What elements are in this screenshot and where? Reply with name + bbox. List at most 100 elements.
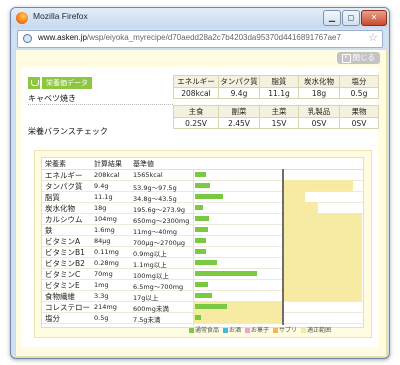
- chart-legend: 通常食品 お酒 お菓子 サプリ 適正範囲: [185, 325, 331, 334]
- close-popup-button[interactable]: × 閉じる: [336, 52, 380, 64]
- header-cell: 乳製品: [298, 105, 340, 118]
- nutrient-bar: [195, 216, 209, 221]
- appropriate-range-zone: [282, 224, 362, 235]
- nutrient-bar: [195, 172, 206, 177]
- legend-swatch: [189, 328, 194, 333]
- appropriate-range-zone: [282, 213, 362, 224]
- legend-swatch: [301, 328, 307, 333]
- nutrient-bar: [195, 194, 223, 199]
- appropriate-range-zone: [282, 202, 318, 213]
- appropriate-range-zone: [282, 268, 362, 279]
- balance-panel: 栄養素 計算結果 基準値 エネルギー 208kcal 1565kcal タンパク質 9.…: [34, 150, 372, 338]
- value-cell: 9.4g: [218, 87, 260, 99]
- close-popup-label: 閉じる: [352, 53, 376, 62]
- globe-icon: [23, 34, 32, 43]
- recipe-name: キャベツ焼き: [28, 94, 76, 103]
- calc-result: 1.6mg: [94, 226, 115, 234]
- nutrient-bar: [195, 249, 206, 254]
- calc-result: 0.28mg: [94, 259, 119, 267]
- legend-swatch: [273, 328, 279, 333]
- calc-result: 0.5g: [94, 314, 109, 322]
- value-cell: 0.5g: [339, 87, 379, 99]
- appropriate-range-zone: [282, 191, 305, 202]
- value-cell: 0SV: [298, 117, 340, 129]
- minimize-button[interactable]: ▁: [323, 10, 341, 26]
- firefox-logo-icon: [16, 12, 28, 24]
- bookmark-star-icon[interactable]: ☆: [368, 31, 378, 44]
- balance-chart: [193, 169, 362, 325]
- legend-label: お菓子: [251, 327, 270, 334]
- nutrient-bar: [195, 282, 208, 287]
- page-content: × 閉じる 栄養価データ キャベツ焼き エネルギー タンパク質 脂質 炭水化物 塩…: [15, 49, 387, 357]
- calc-result: 214mg: [94, 303, 117, 311]
- header-cell: 塩分: [339, 75, 379, 88]
- calc-result: 1mg: [94, 281, 109, 289]
- nutrient-bar: [195, 293, 212, 298]
- calc-result: 11.1g: [94, 193, 113, 201]
- header-cell: 脂質: [259, 75, 299, 88]
- divider: [28, 104, 173, 105]
- url-domain: www.asken.jp: [38, 33, 87, 42]
- value-cell: 18g: [298, 87, 340, 99]
- appropriate-range-zone: [282, 290, 362, 301]
- close-icon: ×: [341, 53, 351, 63]
- nutrients-header-row: エネルギー タンパク質 脂質 炭水化物 塩分: [173, 75, 379, 88]
- nutrients-table: エネルギー タンパク質 脂質 炭水化物 塩分 208kcal 9.4g 11.1…: [173, 75, 379, 99]
- nutrient-bar: [195, 315, 201, 320]
- legend-swatch: [245, 328, 251, 333]
- reference-line: [282, 169, 284, 325]
- url-text[interactable]: www.asken.jp/wsp/eiyoka_myrecipe/d70aedd…: [38, 33, 341, 42]
- balance-check-title: 栄養バランスチェック: [28, 127, 108, 136]
- appropriate-range-zone: [282, 235, 362, 246]
- food-groups-table: 主食 副菜 主菜 乳製品 果物 0.2SV 2.45V 1SV 0SV 0SV: [173, 105, 379, 129]
- nutrient-bar: [195, 271, 257, 276]
- nutrition-data-badge: 栄養価データ: [28, 77, 92, 89]
- header-cell: 副菜: [218, 105, 260, 118]
- close-window-button[interactable]: ✕: [361, 10, 387, 26]
- appropriate-range-zone: [282, 279, 362, 290]
- calc-result: 9.4g: [94, 182, 109, 190]
- calc-result: 104mg: [94, 215, 117, 223]
- legend-label: 適正範囲: [307, 327, 332, 334]
- badge-label: 栄養価データ: [42, 77, 92, 89]
- value-cell: 208kcal: [173, 87, 219, 99]
- legend-label: サプリ: [279, 327, 298, 334]
- header-cell: 果物: [339, 105, 379, 118]
- address-bar[interactable]: www.asken.jp/wsp/eiyoka_myrecipe/d70aedd…: [17, 30, 383, 48]
- appropriate-range-zone: [282, 257, 362, 268]
- legend-label: 通常食品: [195, 327, 220, 334]
- balance-table: 栄養素 計算結果 基準値 エネルギー 208kcal 1565kcal タンパク質 9.…: [41, 157, 364, 328]
- groups-header-row: 主食 副菜 主菜 乳製品 果物: [173, 105, 379, 118]
- nutrient-bar: [195, 205, 203, 210]
- col-nutrient-header: 栄養素: [45, 160, 66, 168]
- calc-result: 70mg: [94, 270, 113, 278]
- calc-result: 3.3g: [94, 292, 109, 300]
- legend-swatch: [223, 328, 229, 333]
- calc-result: 0.11mg: [94, 248, 119, 256]
- value-cell: 11.1g: [259, 87, 299, 99]
- browser-window: Mozilla Firefox ▁ ◻ ✕ www.asken.jp/wsp/e…: [10, 7, 390, 359]
- value-cell: 0SV: [339, 117, 379, 129]
- groups-value-row: 0.2SV 2.45V 1SV 0SV 0SV: [173, 117, 379, 129]
- nutrient-name: 塩分: [45, 314, 60, 323]
- appropriate-range-zone: [282, 246, 362, 257]
- nutrient-bar: [195, 304, 227, 309]
- appropriate-range-zone: [282, 180, 353, 191]
- calc-result: 18g: [94, 204, 107, 212]
- window-title: Mozilla Firefox: [33, 11, 88, 21]
- value-cell: 1SV: [259, 117, 299, 129]
- nutrient-bar: [195, 260, 217, 265]
- value-cell: 2.45V: [218, 117, 260, 129]
- header-cell: 主菜: [259, 105, 299, 118]
- appropriate-range-zone: [194, 312, 282, 323]
- value-cell: 0.2SV: [173, 117, 219, 129]
- header-cell: 炭水化物: [298, 75, 340, 88]
- title-bar: Mozilla Firefox ▁ ◻ ✕: [11, 8, 389, 28]
- url-path: /wsp/eiyoka_myrecipe/d70aedd28a2c7b4203d…: [86, 33, 341, 42]
- maximize-button[interactable]: ◻: [342, 10, 360, 26]
- calc-result: 208kcal: [94, 171, 120, 179]
- col-standard-header: 基準値: [133, 160, 154, 168]
- header-cell: タンパク質: [218, 75, 260, 88]
- standard-value: 7.5g未満: [133, 316, 161, 324]
- header-cell: エネルギー: [173, 75, 219, 88]
